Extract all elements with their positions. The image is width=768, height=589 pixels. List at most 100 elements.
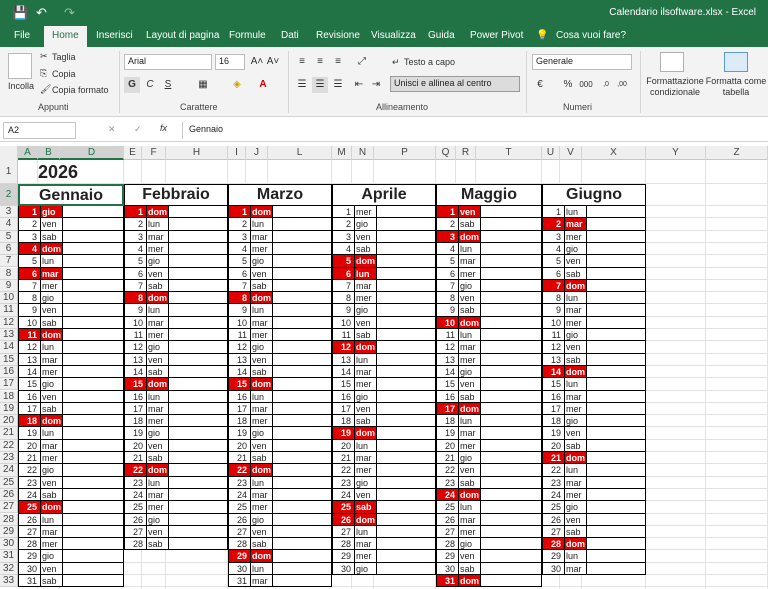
merge-center-button[interactable]: Unisci e allinea al centro [390,76,520,92]
row-header-8[interactable]: 8 [0,267,18,280]
column-header-D[interactable]: D [60,146,124,160]
month-title[interactable]: Febbraio [124,184,228,206]
number-format-select[interactable]: Generale [532,54,632,70]
font-size-select[interactable]: 16 [215,54,245,70]
row-header-11[interactable]: 11 [0,304,18,317]
fill-color-icon[interactable]: ◈ [229,77,245,93]
tab-home[interactable]: Home [44,26,87,47]
currency-icon[interactable]: € [532,77,548,93]
row-header-29[interactable]: 29 [0,525,18,539]
column-header-Z[interactable]: Z [706,146,768,160]
row-header-31[interactable]: 31 [0,550,18,563]
borders-icon[interactable]: ▦ [195,77,211,93]
tab-page-layout[interactable]: Layout di pagina [146,30,219,41]
row-header-23[interactable]: 23 [0,452,18,465]
italic-icon[interactable]: C [142,77,158,93]
redo-icon[interactable]: ↷ [64,5,75,21]
row-header-12[interactable]: 12 [0,316,18,329]
align-left-icon[interactable]: ☰ [294,77,310,93]
row-header-30[interactable]: 30 [0,538,18,551]
row-header-14[interactable]: 14 [0,341,18,354]
bold-icon[interactable]: G [124,77,140,93]
wrap-text-button[interactable]: Testo a capo [404,57,455,67]
row-header-33[interactable]: 33 [0,575,18,588]
month-title[interactable]: Giugno [542,184,646,206]
tab-power-pivot[interactable]: Power Pivot [470,30,523,41]
decrease-indent-icon[interactable]: ⇤ [351,77,367,93]
row-header-3[interactable]: 3 [0,206,18,219]
row-header-4[interactable]: 4 [0,218,18,231]
thousands-icon[interactable]: 000 [578,77,594,93]
column-header-V[interactable]: V [560,146,582,160]
percent-icon[interactable]: % [560,77,576,93]
column-header-Y[interactable]: Y [646,146,706,160]
row-header-7[interactable]: 7 [0,255,18,268]
column-header-X[interactable]: X [582,146,646,160]
row-header-2[interactable]: 2 [0,184,18,206]
column-header-J[interactable]: J [246,146,268,160]
month-title[interactable]: Maggio [436,184,542,206]
copy-button[interactable]: Copia [52,69,76,79]
paste-button[interactable]: Incolla [8,81,34,91]
align-right-icon[interactable]: ☰ [330,77,346,93]
tab-insert[interactable]: Inserisci [96,30,133,41]
column-header-N[interactable]: N [352,146,374,160]
font-name-select[interactable]: Arial [124,54,212,70]
conditional-formatting-button[interactable]: Formattazione condizionale [643,76,707,98]
row-header-13[interactable]: 13 [0,329,18,342]
column-header-I[interactable]: I [228,146,246,160]
tab-formulas[interactable]: Formule [229,30,266,41]
row-header-5[interactable]: 5 [0,230,18,243]
increase-font-icon[interactable]: A˄ [249,54,265,70]
worksheet-grid[interactable]: ABDEFHIJLMNPQRTUVXYZ 1 2 3 4 5 6 7 8 9 10 11 12 13 14… [0,146,768,589]
column-header-E[interactable]: E [124,146,142,160]
orientation-icon[interactable]: ⤢ [354,54,370,70]
format-painter-button[interactable]: Copia formato [52,85,109,95]
increase-decimal-icon[interactable]: ,0 [598,77,614,93]
save-icon[interactable]: 💾 [12,5,28,21]
column-header-P[interactable]: P [374,146,436,160]
tab-data[interactable]: Dati [281,30,299,41]
column-header-H[interactable]: H [166,146,228,160]
align-center-icon[interactable]: ☰ [312,77,328,93]
format-as-table-button[interactable]: Formatta come tabella [704,76,768,98]
row-header-26[interactable]: 26 [0,488,18,502]
row-header-15[interactable]: 15 [0,353,18,366]
formula-input[interactable]: Gennaio [182,122,766,139]
row-header-10[interactable]: 10 [0,292,18,305]
enter-icon[interactable]: ✓ [134,124,142,135]
row-header-18[interactable]: 18 [0,390,18,403]
column-header-M[interactable]: M [332,146,352,160]
row-header-9[interactable]: 9 [0,279,18,293]
cut-button[interactable]: Taglia [52,52,76,62]
align-top-icon[interactable]: ≡ [294,54,310,70]
month-title[interactable]: Gennaio [18,184,124,206]
tab-view[interactable]: Visualizza [371,30,416,41]
decrease-decimal-icon[interactable]: ,00 [614,77,630,93]
row-header-27[interactable]: 27 [0,501,18,514]
row-header-19[interactable]: 19 [0,402,18,416]
tab-file[interactable]: File [14,30,30,41]
tell-me-search[interactable]: Cosa vuoi fare? [556,30,626,41]
column-header-U[interactable]: U [542,146,560,160]
row-header-16[interactable]: 16 [0,365,18,379]
year-cell[interactable]: 2026 [38,161,118,183]
column-header-B[interactable]: B [38,146,60,160]
row-header-21[interactable]: 21 [0,427,18,440]
tab-help[interactable]: Guida [428,30,455,41]
increase-indent-icon[interactable]: ⇥ [368,77,384,93]
column-header-A[interactable]: A [18,146,38,160]
month-title[interactable]: Marzo [228,184,332,206]
underline-icon[interactable]: S [160,77,176,93]
column-header-T[interactable]: T [476,146,542,160]
column-header-F[interactable]: F [142,146,166,160]
name-box[interactable]: A2 [3,122,76,139]
month-title[interactable]: Aprile [332,184,436,206]
decrease-font-icon[interactable]: A˅ [265,54,281,70]
cancel-icon[interactable]: ✕ [108,124,116,135]
function-icon[interactable]: fx [160,123,167,133]
row-header-1[interactable]: 1 [0,160,18,184]
undo-icon[interactable]: ↶ [36,5,47,21]
align-middle-icon[interactable]: ≡ [312,54,328,70]
column-header-Q[interactable]: Q [436,146,456,160]
